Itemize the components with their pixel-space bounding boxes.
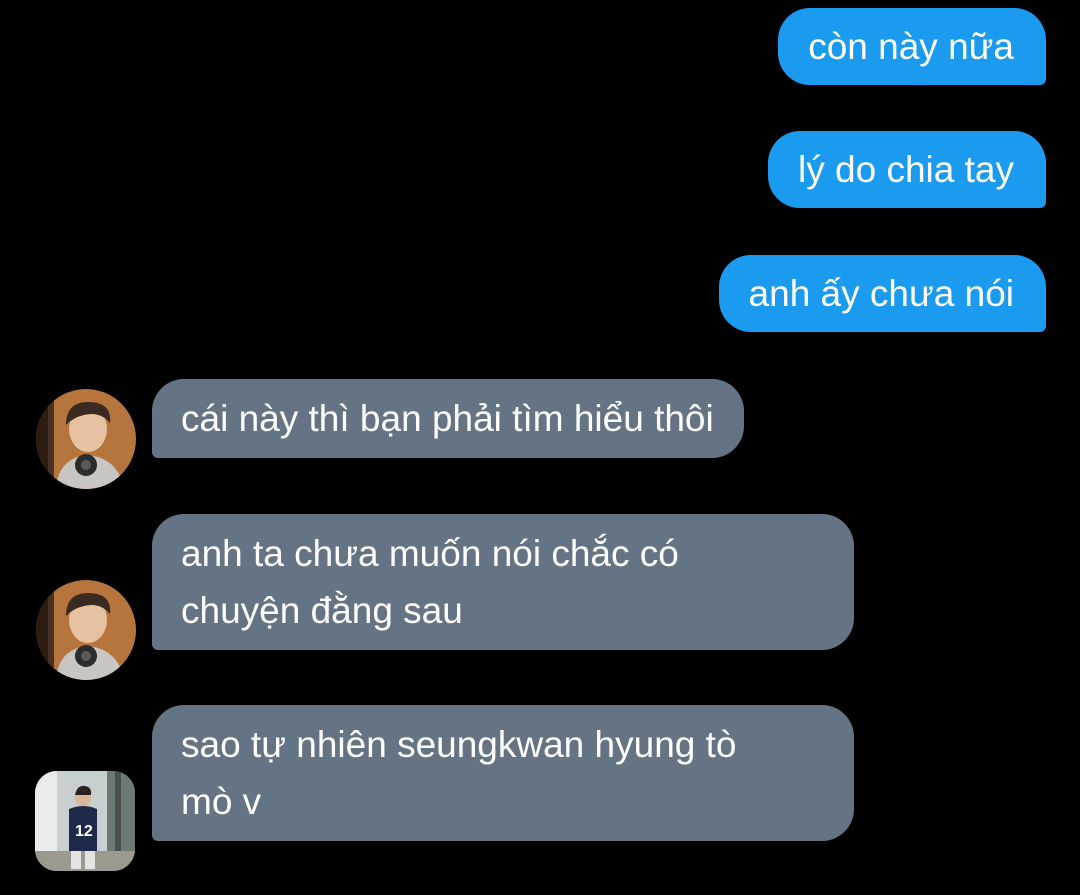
contact-avatar[interactable] bbox=[36, 389, 136, 489]
contact-avatar[interactable] bbox=[36, 580, 136, 680]
svg-text:12: 12 bbox=[75, 823, 93, 840]
person-in-jersey-icon: 12 bbox=[35, 771, 135, 871]
received-message-bubble[interactable]: cái này thì bạn phải tìm hiểu thôi bbox=[152, 379, 744, 458]
received-message-bubble[interactable]: anh ta chưa muốn nói chắc có chuyện đằng… bbox=[152, 514, 854, 650]
sent-message-bubble[interactable]: còn này nữa bbox=[778, 8, 1046, 85]
person-with-headphones-icon bbox=[36, 389, 136, 489]
received-message-bubble[interactable]: sao tự nhiên seungkwan hyung tò mò v bbox=[152, 705, 854, 841]
sent-message-bubble[interactable]: lý do chia tay bbox=[768, 131, 1046, 208]
person-with-headphones-icon bbox=[36, 580, 136, 680]
sent-message-bubble[interactable]: anh ấy chưa nói bbox=[718, 255, 1046, 332]
contact-avatar[interactable]: 12 bbox=[35, 771, 135, 871]
